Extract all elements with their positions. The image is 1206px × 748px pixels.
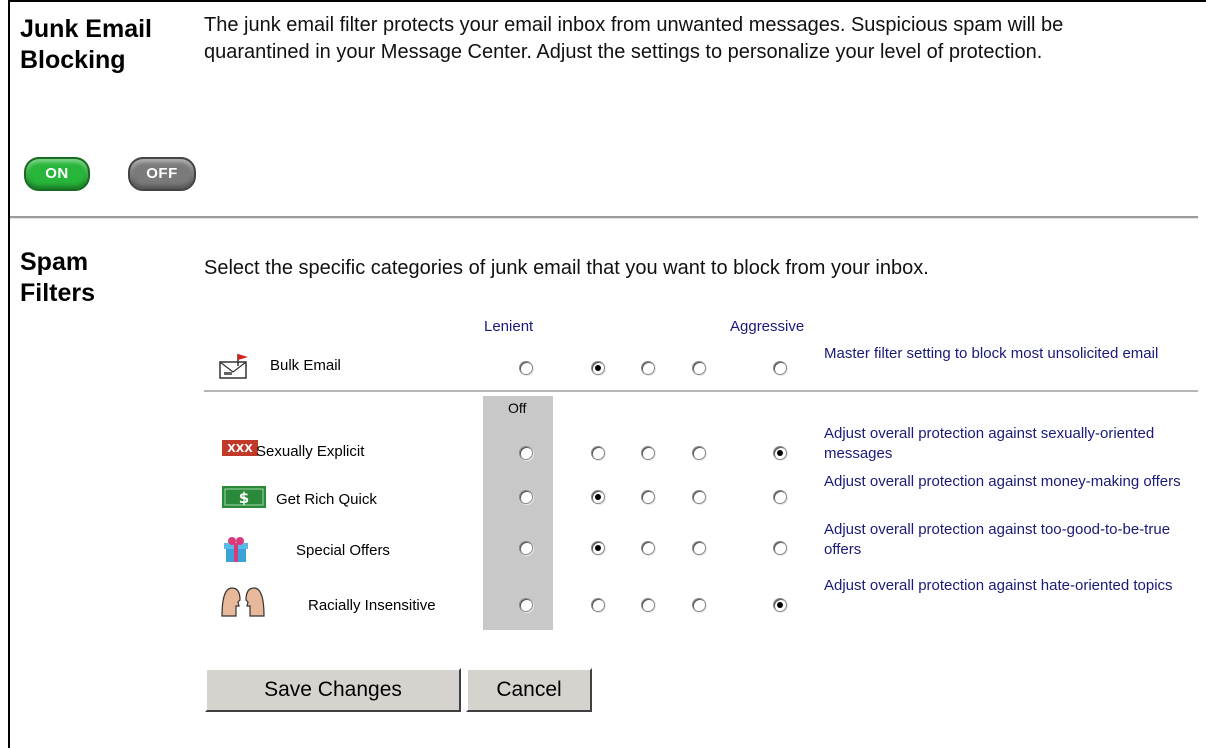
bulk-email-label: Bulk Email: [270, 357, 341, 374]
aggressive-label: Aggressive: [730, 318, 805, 335]
get-rich-quick-radio-level-1[interactable]: [519, 490, 533, 504]
sexually-explicit-radio-level-1[interactable]: [519, 446, 533, 460]
sexually-explicit-description: Adjust overall protection against sexual…: [824, 425, 1155, 462]
spam-description: Select the specific categories of junk e…: [204, 257, 929, 279]
get-rich-quick-radio-level-4[interactable]: [692, 490, 706, 504]
spam-title-line1: Spam: [20, 248, 89, 276]
get-rich-quick-description: Adjust overall protection against money-…: [824, 473, 1181, 490]
gift-icon: [222, 536, 250, 569]
bulk-email-radio-level-4[interactable]: [692, 361, 706, 375]
off-column-label: Off: [508, 400, 527, 416]
get-rich-quick-radio-level-2[interactable]: [591, 490, 605, 504]
svg-text:$: $: [239, 489, 249, 507]
dollar-icon: $: [222, 486, 266, 513]
racially-insensitive-label: Racially Insensitive: [308, 597, 436, 614]
off-column: [483, 396, 553, 630]
get-rich-quick-label: Get Rich Quick: [276, 491, 377, 508]
special-offers-radio-level-5[interactable]: [773, 541, 787, 555]
junk-description: The junk email filter protects your emai…: [204, 14, 1064, 63]
sexually-explicit-radio-level-4[interactable]: [692, 446, 706, 460]
special-offers-radio-level-3[interactable]: [641, 541, 655, 555]
bulk-email-radio-level-5[interactable]: [773, 361, 787, 375]
page-frame: [8, 0, 1206, 748]
junk-email-title: Junk Email Blocking: [20, 14, 152, 76]
special-offers-radio-level-4[interactable]: [692, 541, 706, 555]
on-button[interactable]: ON: [24, 157, 90, 191]
spam-filters-title: Spam Filters: [20, 247, 95, 309]
spam-title-line2: Filters: [20, 279, 96, 307]
section-divider: [10, 216, 1198, 219]
lenient-label: Lenient: [484, 318, 534, 335]
special-offers-label: Special Offers: [296, 542, 390, 559]
racially-insensitive-radio-level-2[interactable]: [591, 598, 605, 612]
racially-insensitive-radio-level-4[interactable]: [692, 598, 706, 612]
faces-icon: [218, 584, 268, 623]
special-offers-description: Adjust overall protection against too-go…: [824, 521, 1171, 558]
cancel-button[interactable]: Cancel: [466, 668, 592, 712]
get-rich-quick-radio-level-3[interactable]: [641, 490, 655, 504]
svg-text:XXX: XXX: [227, 442, 253, 455]
racially-insensitive-radio-level-5[interactable]: [773, 598, 787, 612]
bulk-email-description: Master filter setting to block most unso…: [824, 345, 1159, 362]
off-button[interactable]: OFF: [128, 157, 196, 191]
save-changes-button[interactable]: Save Changes: [205, 668, 461, 712]
junk-title-line2: Blocking: [20, 46, 126, 74]
get-rich-quick-radio-level-5[interactable]: [773, 490, 787, 504]
xxx-icon: XXX: [222, 440, 258, 461]
bulk-separator: [204, 390, 1198, 392]
special-offers-radio-level-1[interactable]: [519, 541, 533, 555]
sexually-explicit-label: Sexually Explicit: [256, 443, 365, 460]
special-offers-radio-level-2[interactable]: [591, 541, 605, 555]
bulk-email-radio-level-2[interactable]: [591, 361, 605, 375]
bulk-email-radio-level-3[interactable]: [641, 361, 655, 375]
envelope-flag-icon: [218, 350, 252, 385]
bulk-email-radio-level-1[interactable]: [519, 361, 533, 375]
junk-title-line1: Junk Email: [20, 15, 152, 43]
racially-insensitive-radio-level-1[interactable]: [519, 598, 533, 612]
sexually-explicit-radio-level-2[interactable]: [591, 446, 605, 460]
sexually-explicit-radio-level-5[interactable]: [773, 446, 787, 460]
racially-insensitive-radio-level-3[interactable]: [641, 598, 655, 612]
sexually-explicit-radio-level-3[interactable]: [641, 446, 655, 460]
racially-insensitive-description: Adjust overall protection against hate-o…: [824, 577, 1173, 594]
